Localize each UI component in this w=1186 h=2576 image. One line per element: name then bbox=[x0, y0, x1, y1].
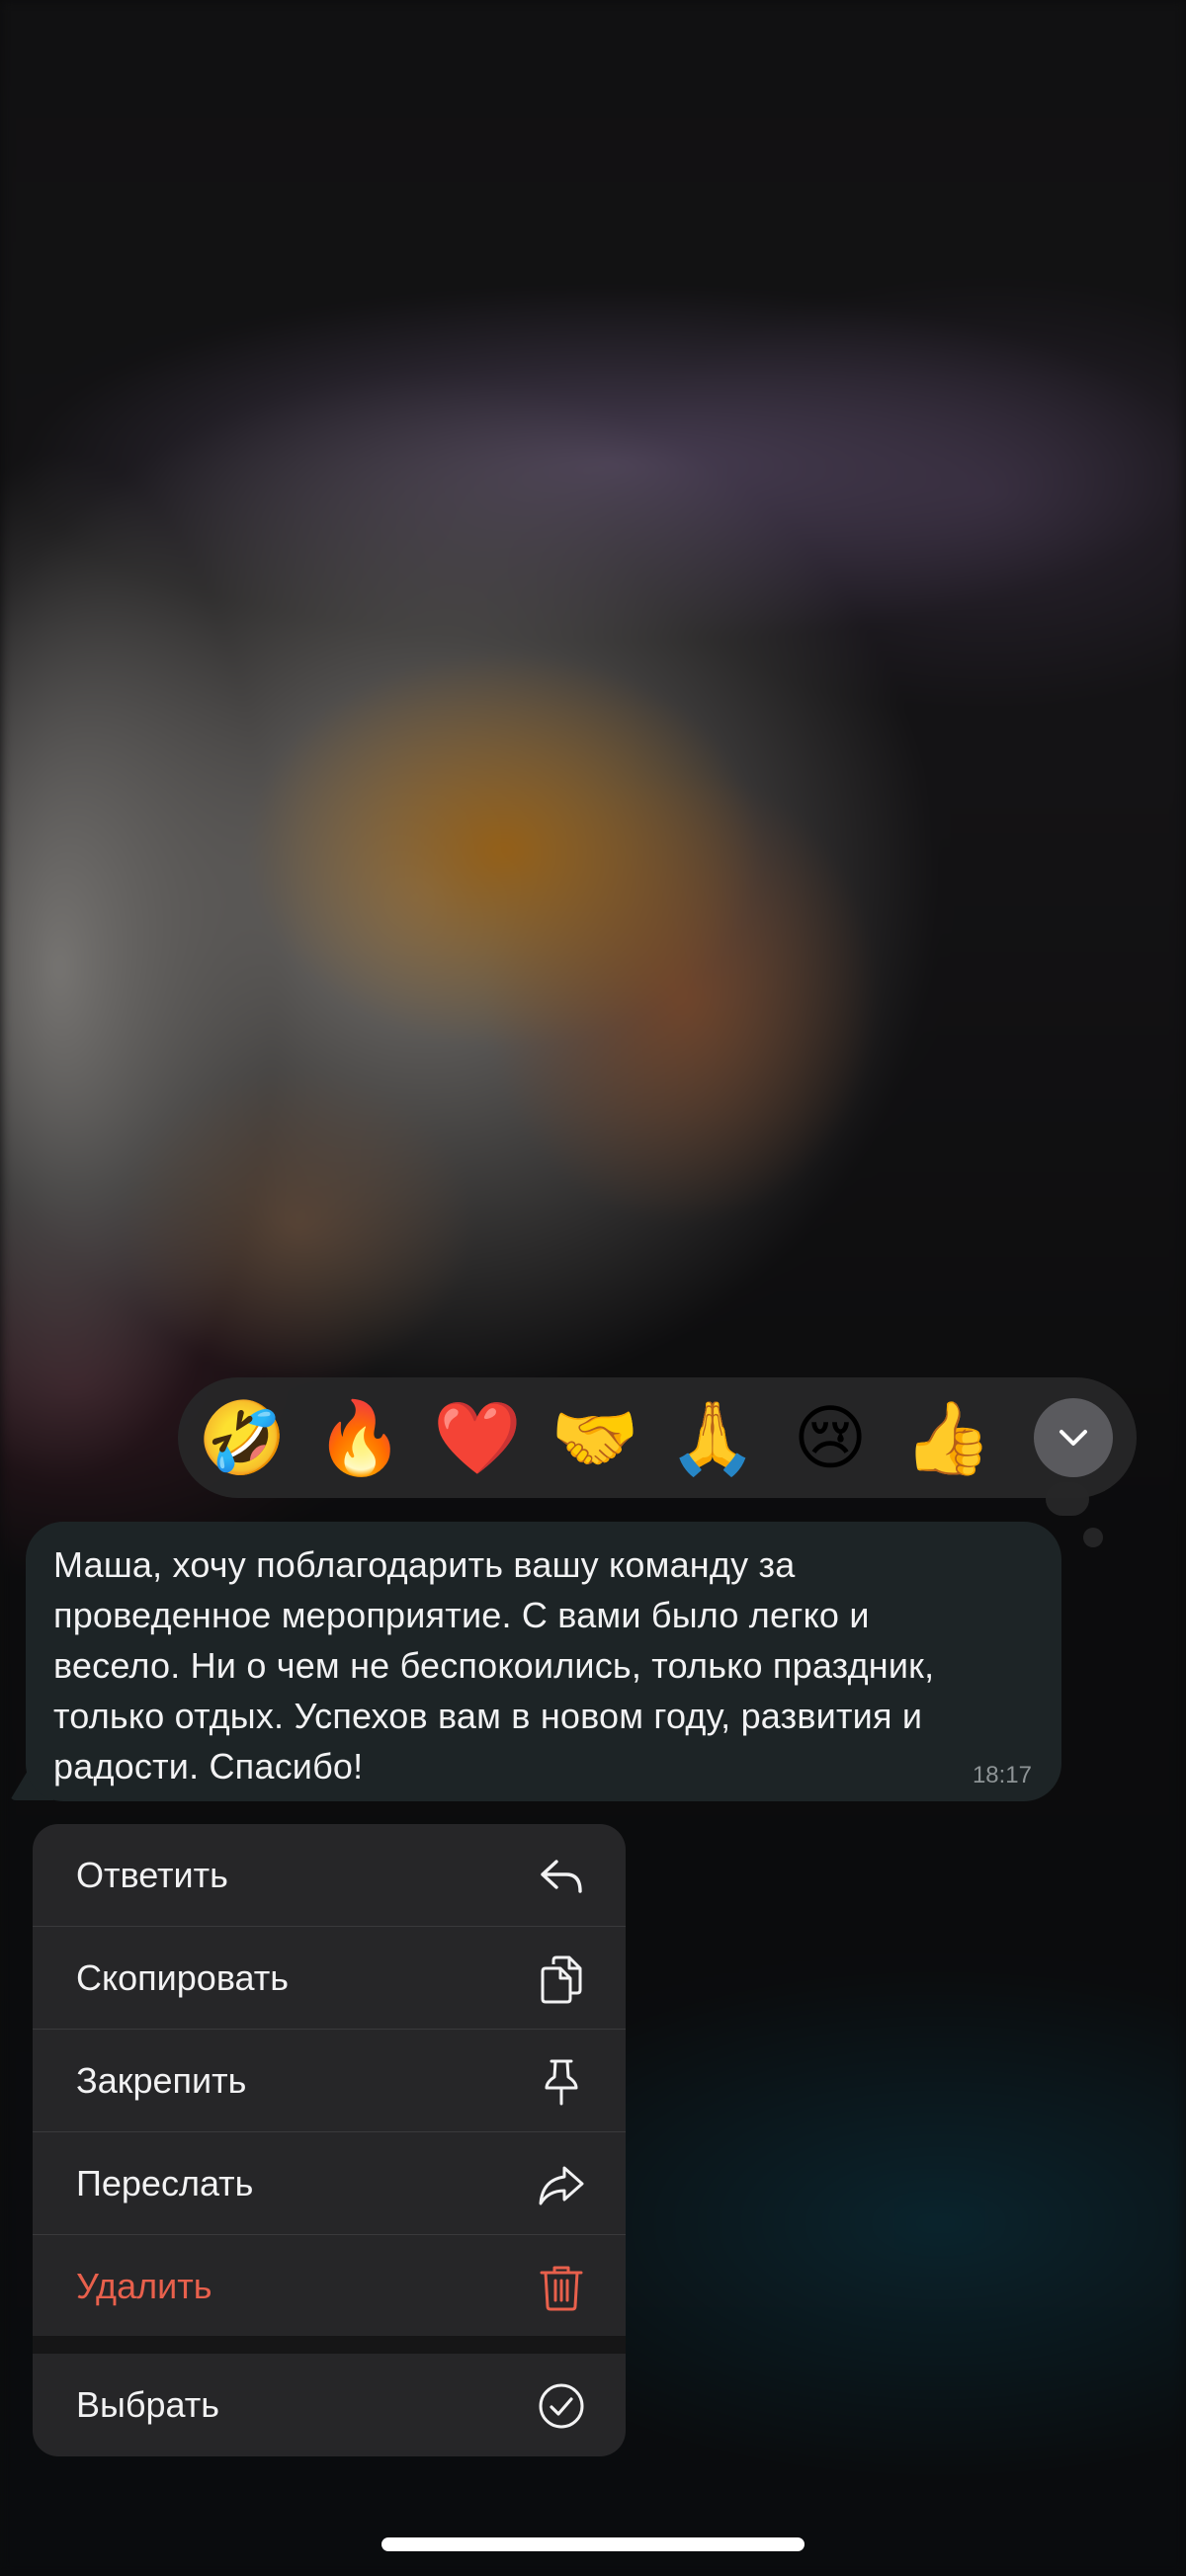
menu-item-label: Ответить bbox=[76, 1854, 228, 1895]
screen: 🤣 🔥 ❤️ 🤝 🙏 😢 👍 Маша, хочу поблагодарить … bbox=[0, 0, 1186, 2576]
reaction-bar-tail-dot bbox=[1083, 1528, 1103, 1547]
reaction-handshake[interactable]: 🤝 bbox=[551, 1393, 639, 1482]
chevron-down-icon bbox=[1059, 1430, 1087, 1446]
menu-item-label: Переслать bbox=[76, 2162, 254, 2203]
menu-group-gap bbox=[33, 2336, 626, 2354]
message-bubble[interactable]: Маша, хочу поблагодарить вашу команду за… bbox=[26, 1522, 1061, 1801]
message-text: Маша, хочу поблагодарить вашу команду за… bbox=[53, 1539, 1026, 1791]
reaction-folded-hands[interactable]: 🙏 bbox=[668, 1393, 757, 1482]
pin-icon bbox=[545, 2059, 578, 2106]
reply-icon bbox=[541, 1860, 582, 1893]
copy-icon bbox=[541, 1955, 582, 2004]
message-line: только отдых. Успехов вам в новом году, … bbox=[53, 1696, 923, 1736]
reaction-bar: 🤣 🔥 ❤️ 🤝 🙏 😢 👍 bbox=[178, 1377, 1137, 1498]
reaction-fire[interactable]: 🔥 bbox=[315, 1393, 404, 1482]
forward-icon bbox=[539, 2166, 584, 2205]
message-line: проведенное мероприятие. С вами было лег… bbox=[53, 1595, 870, 1635]
reaction-crying[interactable]: 😢 bbox=[786, 1393, 875, 1482]
reaction-thumbs-up[interactable]: 👍 bbox=[903, 1393, 992, 1482]
checkmark-circle-icon bbox=[539, 2383, 584, 2429]
message-line: радости. Спасибо! bbox=[53, 1746, 364, 1787]
more-reactions-button[interactable] bbox=[1034, 1398, 1113, 1477]
menu-item-select[interactable]: Выбрать bbox=[33, 2354, 626, 2455]
menu-item-delete[interactable]: Удалить bbox=[33, 2235, 626, 2337]
trash-icon bbox=[540, 2266, 583, 2311]
menu-item-label: Выбрать bbox=[76, 2383, 220, 2425]
menu-item-pin[interactable]: Закрепить bbox=[33, 2030, 626, 2131]
reaction-bar-tail bbox=[1046, 1482, 1089, 1516]
menu-item-forward[interactable]: Переслать bbox=[33, 2132, 626, 2234]
message-line: Маша, хочу поблагодарить вашу команду за bbox=[53, 1544, 796, 1585]
menu-item-label: Закрепить bbox=[76, 2059, 247, 2101]
menu-item-reply[interactable]: Ответить bbox=[33, 1824, 626, 1926]
context-menu: Ответить Скопировать Закрепить Переслать… bbox=[33, 1824, 626, 2456]
message-line: весело. Ни о чем не беспокоились, только… bbox=[53, 1645, 935, 1686]
message-time: 18:17 bbox=[972, 1762, 1032, 1788]
menu-item-label: Скопировать bbox=[76, 1956, 290, 1998]
home-indicator[interactable] bbox=[381, 2537, 805, 2551]
menu-item-copy[interactable]: Скопировать bbox=[33, 1927, 626, 2029]
reaction-heart[interactable]: ❤️ bbox=[433, 1393, 522, 1482]
menu-item-label: Удалить bbox=[76, 2265, 212, 2306]
reaction-rolling-laughing[interactable]: 🤣 bbox=[198, 1393, 287, 1482]
